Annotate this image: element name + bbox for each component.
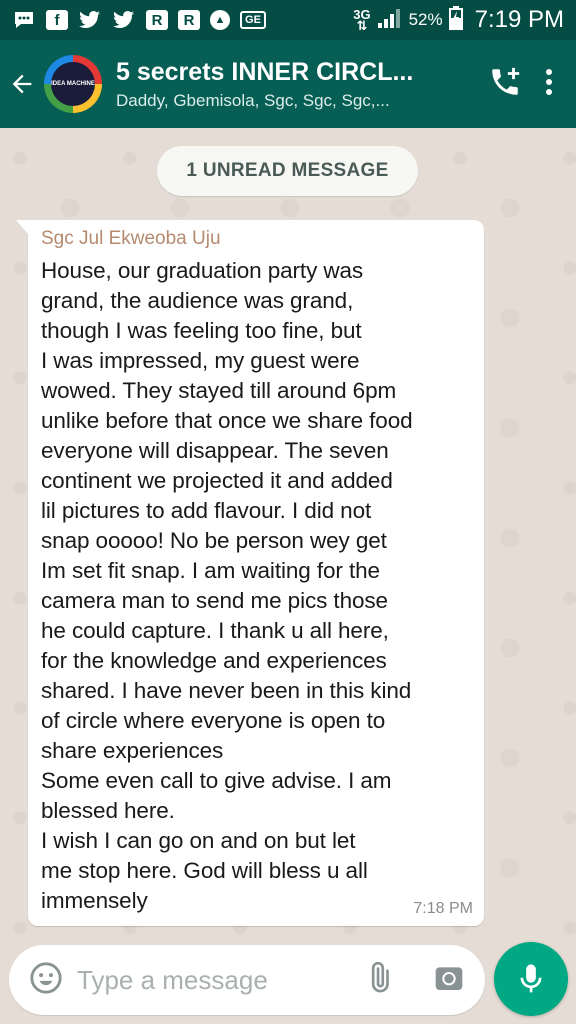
camera-button[interactable]: [433, 962, 465, 999]
microphone-icon: [520, 964, 542, 993]
emoji-icon: [30, 961, 62, 994]
group-info[interactable]: 5 secrets INNER CIRCL... Daddy, Gbemisol…: [116, 58, 432, 111]
avatar-label: IDEA MACHINE: [51, 62, 95, 106]
system-indicators: 3G ⇅ 52% 7:19 PM: [353, 5, 564, 35]
chat-header: IDEA MACHINE 5 secrets INNER CIRCL... Da…: [0, 40, 576, 128]
paperclip-icon: [371, 961, 389, 992]
notification-icons: f R R ▲ GE: [12, 9, 266, 31]
group-members: Daddy, Gbemisola, Sgc, Sgc, Sgc,...: [116, 90, 390, 110]
message-input[interactable]: [77, 964, 347, 996]
ge-icon: GE: [240, 11, 266, 29]
composer-actions: [363, 961, 465, 999]
app-r-icon: R: [178, 10, 200, 30]
voice-record-button[interactable]: [494, 942, 568, 1016]
message-composer: [9, 945, 485, 1015]
header-actions: [488, 65, 576, 104]
message-time: 7:18 PM: [413, 900, 473, 917]
battery-percent: 52%: [408, 10, 443, 29]
app-r-icon: R: [146, 10, 168, 30]
network-type-label: 3G: [353, 7, 371, 22]
twitter-icon: [78, 9, 102, 31]
group-avatar[interactable]: IDEA MACHINE: [44, 55, 102, 113]
emoji-button[interactable]: [29, 961, 63, 1000]
facebook-icon: f: [46, 10, 68, 30]
signal-icon: [377, 7, 403, 34]
phone-plus-icon: [492, 67, 520, 95]
twitter-icon: [112, 9, 136, 31]
network-type: 3G ⇅: [353, 7, 371, 33]
add-call-button[interactable]: [488, 65, 522, 104]
messages-icon: [12, 9, 36, 31]
status-bar: f R R ▲ GE 3G ⇅ 52% 7:19 PM: [0, 0, 576, 40]
group-name: 5 secrets INNER CIRCL...: [116, 57, 414, 86]
arrow-left-icon: [12, 74, 32, 94]
message-text: House, our graduation party was grand, t…: [41, 258, 413, 913]
more-vert-icon: [546, 68, 552, 95]
more-options-button[interactable]: [544, 67, 554, 102]
unread-banner: 1 UNREAD MESSAGE: [157, 146, 418, 196]
message-sender[interactable]: Sgc Jul Ekweoba Uju: [41, 228, 472, 250]
upload-icon: ▲: [210, 10, 230, 30]
chat-area[interactable]: 1 UNREAD MESSAGE Sgc Jul Ekweoba Uju Hou…: [0, 128, 576, 938]
message-bubble[interactable]: Sgc Jul Ekweoba Uju House, our graduatio…: [16, 220, 484, 926]
battery-icon: [448, 5, 463, 35]
attach-button[interactable]: [363, 961, 395, 999]
clock: 7:19 PM: [474, 6, 564, 33]
camera-icon: [435, 966, 463, 990]
back-button[interactable]: [0, 40, 44, 128]
